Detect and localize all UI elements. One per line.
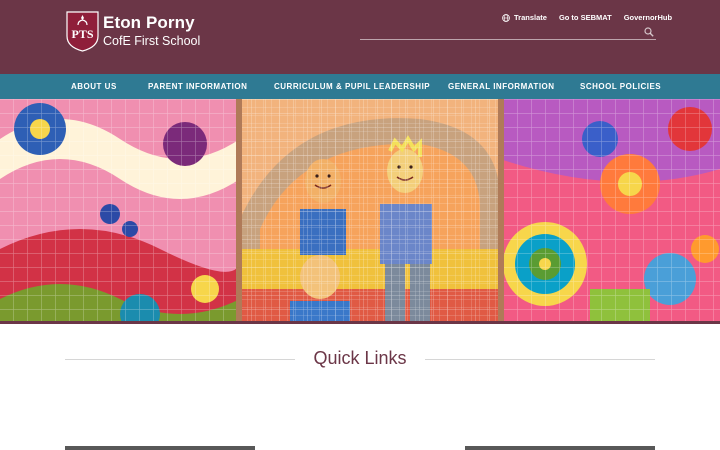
globe-icon [502, 13, 510, 22]
main-nav: ABOUT US PARENT INFORMATION CURRICULUM &… [0, 74, 720, 99]
search-bar [360, 24, 656, 40]
nav-item-school-policies[interactable]: SCHOOL POLICIES [580, 74, 661, 99]
nav-item-general-information[interactable]: GENERAL INFORMATION [448, 74, 555, 99]
school-name[interactable]: Eton Porny CofE First School [103, 13, 200, 49]
site-header: PTS Eton Porny CofE First School Transla… [0, 0, 720, 74]
quick-links-section: Quick Links [0, 340, 720, 380]
search-input[interactable] [360, 24, 638, 39]
quick-links-heading: Quick Links [313, 348, 407, 368]
hero-divider [0, 321, 720, 324]
school-name-line1: Eton Porny [103, 13, 195, 32]
quick-link-card[interactable] [465, 446, 655, 450]
sebmat-label: Go to SEBMAT [558, 13, 612, 22]
crest-lettering: PTS [71, 27, 93, 41]
nav-item-about-us[interactable]: ABOUT US [71, 74, 117, 99]
governorhub-label: GovernorHub [623, 13, 673, 22]
translate-label: Translate [514, 13, 547, 22]
search-icon[interactable] [644, 27, 654, 37]
nav-item-curriculum-pupil-leadership[interactable]: CURRICULUM & PUPIL LEADERSHIP [274, 74, 430, 99]
translate-link[interactable]: Translate [502, 13, 547, 22]
nav-item-parent-information[interactable]: PARENT INFORMATION [148, 74, 247, 99]
quick-link-card[interactable] [65, 446, 255, 450]
mosaic-artwork [0, 99, 720, 323]
governorhub-link[interactable]: GovernorHub [624, 13, 672, 22]
utility-links: Translate Go to SEBMAT GovernorHub [502, 13, 672, 22]
divider-left [65, 359, 295, 360]
divider-right [425, 359, 655, 360]
school-crest-icon[interactable]: PTS [66, 11, 99, 52]
hero-mosaic-image [0, 99, 720, 323]
school-name-line2: CofE First School [103, 34, 201, 48]
sebmat-link[interactable]: Go to SEBMAT [559, 13, 612, 22]
